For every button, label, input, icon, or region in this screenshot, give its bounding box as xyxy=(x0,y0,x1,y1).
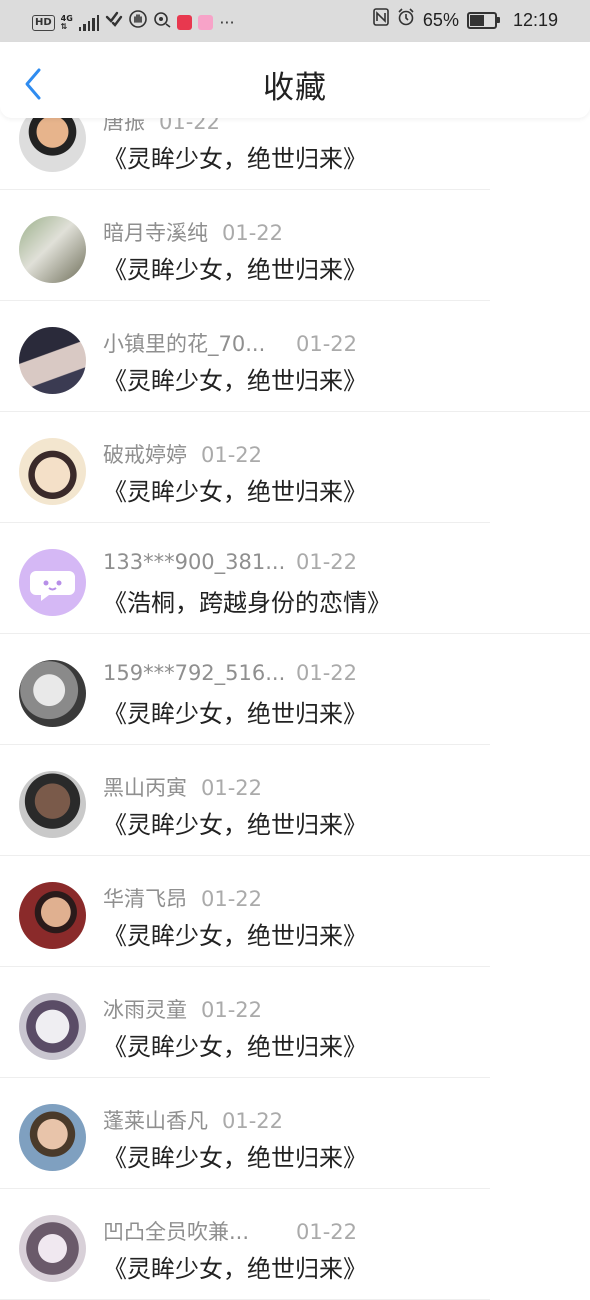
battery-icon xyxy=(466,12,500,29)
list-item[interactable]: 159***792_516... 01-22 《灵眸少女，绝世归来》 xyxy=(0,634,590,745)
item-title: 《灵眸少女，绝世归来》 xyxy=(103,700,367,728)
battery-percent: 65% xyxy=(422,10,459,30)
avatar[interactable] xyxy=(19,327,86,394)
avatar[interactable] xyxy=(19,660,86,727)
alarm-icon xyxy=(397,8,415,33)
item-title: 《灵眸少女，绝世归来》 xyxy=(103,811,367,839)
item-title: 《灵眸少女，绝世归来》 xyxy=(103,922,367,950)
hand-icon xyxy=(129,10,148,35)
app-pink-icon xyxy=(198,15,214,30)
item-meta: 凹凸全员吹兼... 01-22 xyxy=(103,1216,357,1246)
list-item[interactable]: 冰雨灵童 01-22 《灵眸少女，绝世归来》 xyxy=(0,967,590,1078)
page-title: 收藏 xyxy=(263,70,327,106)
item-title: 《灵眸少女，绝世归来》 xyxy=(103,1033,367,1061)
item-title: 《灵眸少女，绝世归来》 xyxy=(103,478,367,506)
item-meta: 冰雨灵童 01-22 xyxy=(103,994,262,1024)
signal-icon xyxy=(78,14,100,31)
item-date: 01-22 xyxy=(201,887,263,911)
item-meta: 小镇里的花_70... 01-22 xyxy=(103,328,357,358)
item-title: 《灵眸少女，绝世归来》 xyxy=(103,1255,367,1283)
item-date: 01-22 xyxy=(222,221,284,245)
item-meta: 159***792_516... 01-22 xyxy=(103,661,357,685)
status-right-icons: 65% 12:19 xyxy=(373,8,558,33)
avatar[interactable] xyxy=(19,1215,86,1282)
avatar[interactable] xyxy=(19,771,86,838)
item-meta: 破戒婷婷 01-22 xyxy=(103,439,262,469)
item-title: 《灵眸少女，绝世归来》 xyxy=(103,256,367,284)
wechat-icon xyxy=(105,11,123,34)
more-dots-icon: ··· xyxy=(219,12,235,32)
item-author: 暗月寺溪纯 xyxy=(103,221,208,245)
list-item[interactable]: 蓬莱山香凡 01-22 《灵眸少女，绝世归来》 xyxy=(0,1078,590,1189)
list-item[interactable]: 破戒婷婷 01-22 《灵眸少女，绝世归来》 xyxy=(0,412,590,523)
list-item[interactable]: 小镇里的花_70... 01-22 《灵眸少女，绝世归来》 xyxy=(0,301,590,412)
app-red-icon xyxy=(177,15,193,30)
item-date: 01-22 xyxy=(222,1109,284,1133)
avatar[interactable] xyxy=(19,438,86,505)
battery-fill xyxy=(469,15,484,26)
item-meta: 暗月寺溪纯 01-22 xyxy=(103,217,283,247)
item-author: 159***792_516... xyxy=(103,661,286,685)
avatar[interactable] xyxy=(19,1104,86,1171)
item-title: 《灵眸少女，绝世归来》 xyxy=(103,145,367,173)
chat-bubble-icon[interactable] xyxy=(19,549,86,616)
app-header: 收藏 xyxy=(0,42,590,118)
status-left-icons: HD 4G ⇅ ··· xyxy=(32,10,235,35)
list-item[interactable]: 凹凸全员吹兼... 01-22 《灵眸少女，绝世归来》 xyxy=(0,1189,590,1300)
item-author: 蓬莱山香凡 xyxy=(103,1109,208,1133)
item-meta: 蓬莱山香凡 01-22 xyxy=(103,1105,283,1135)
item-date: 01-22 xyxy=(296,661,358,685)
list-item[interactable]: 黑山丙寅 01-22 《灵眸少女，绝世归来》 xyxy=(0,745,590,856)
item-title: 《灵眸少女，绝世归来》 xyxy=(103,367,367,395)
status-bar: HD 4G ⇅ ··· 65% 12:19 xyxy=(0,0,590,42)
list-item[interactable]: 华清飞昂 01-22 《灵眸少女，绝世归来》 xyxy=(0,856,590,967)
item-title: 《浩桐，跨越身份的恋情》 xyxy=(103,589,391,617)
item-date: 01-22 xyxy=(296,550,358,574)
avatar[interactable] xyxy=(19,993,86,1060)
item-author: 黑山丙寅 xyxy=(103,776,187,800)
item-author: 小镇里的花_70... xyxy=(103,332,266,356)
item-meta: 华清飞昂 01-22 xyxy=(103,883,262,913)
item-author: 凹凸全员吹兼... xyxy=(103,1220,250,1244)
status-time: 12:19 xyxy=(512,10,558,30)
nfc-icon xyxy=(373,8,389,33)
item-author: 破戒婷婷 xyxy=(103,443,187,467)
item-title: 《灵眸少女，绝世归来》 xyxy=(103,1144,367,1172)
avatar[interactable] xyxy=(19,882,86,949)
list-item[interactable]: 暗月寺溪纯 01-22 《灵眸少女，绝世归来》 xyxy=(0,190,590,301)
item-date: 01-22 xyxy=(296,1220,358,1244)
item-meta: 黑山丙寅 01-22 xyxy=(103,772,262,802)
item-date: 01-22 xyxy=(201,776,263,800)
item-date: 01-22 xyxy=(296,332,358,356)
item-author: 冰雨灵童 xyxy=(103,998,187,1022)
item-date: 01-22 xyxy=(201,998,263,1022)
network-4g-icon: 4G ⇅ xyxy=(60,13,73,31)
item-date: 01-22 xyxy=(201,443,263,467)
avatar[interactable] xyxy=(19,216,86,283)
item-meta: 133***900_381... 01-22 xyxy=(103,550,357,574)
hd-icon: HD xyxy=(32,14,55,31)
item-author: 华清飞昂 xyxy=(103,887,187,911)
location-icon xyxy=(153,10,171,35)
list-item[interactable]: 133***900_381... 01-22 《浩桐，跨越身份的恋情》 xyxy=(0,523,590,634)
item-author: 133***900_381... xyxy=(103,550,286,574)
